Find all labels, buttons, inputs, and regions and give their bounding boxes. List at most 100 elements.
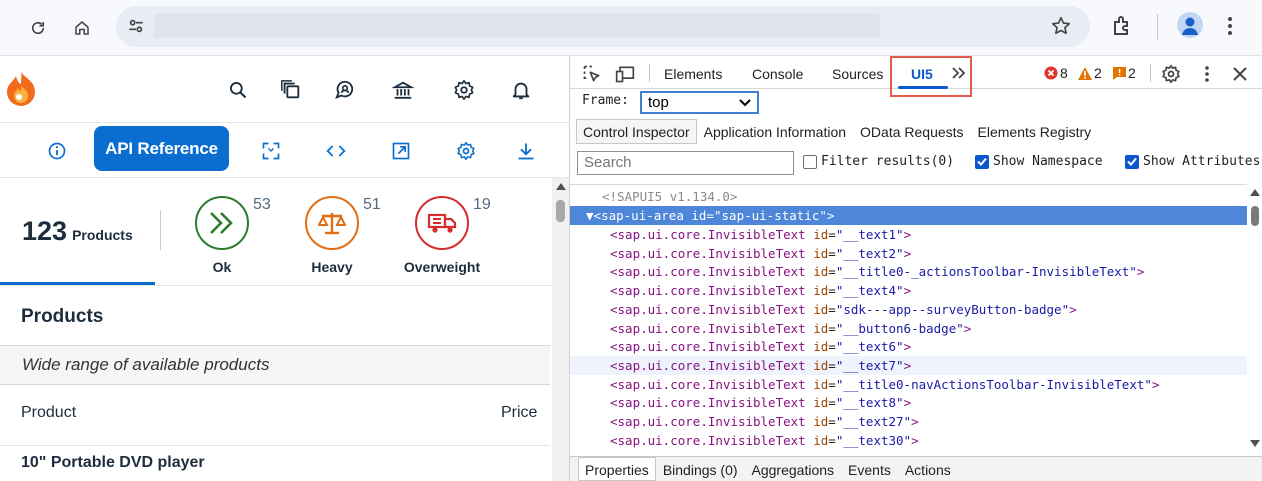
close-devtools-icon[interactable] — [1230, 64, 1250, 84]
node-id: __text7 — [843, 357, 897, 373]
control-tree-scrollbar[interactable] — [1247, 184, 1262, 454]
tree-child-node[interactable]: <sap.ui.core.InvisibleText id="__text27"… — [570, 412, 1247, 431]
kpi-ok-tab[interactable]: 53 Ok — [167, 196, 277, 276]
node-id: __text2 — [843, 245, 897, 261]
tab-sources[interactable]: Sources — [832, 66, 883, 82]
open-new-window-icon[interactable] — [389, 139, 413, 163]
control-details-tabs: Properties Bindings (0) Aggregations Eve… — [570, 456, 1262, 481]
notifications-bell-icon[interactable] — [509, 78, 533, 102]
ui5-version-comment: <!SAPUI5 v1.134.0> — [602, 189, 738, 204]
error-count[interactable]: 8 — [1044, 65, 1068, 81]
show-attributes-checkbox-box[interactable] — [1125, 154, 1139, 169]
frame-label: Frame: — [582, 93, 629, 108]
app-logo-icon[interactable] — [2, 70, 40, 115]
tree-child-node[interactable]: <sap.ui.core.InvisibleText id="__text30"… — [570, 431, 1247, 450]
download-icon[interactable] — [514, 139, 538, 163]
tree-child-node[interactable]: <sap.ui.core.InvisibleText id="__text6"> — [570, 337, 1247, 356]
subtab-odata-requests[interactable]: OData Requests — [853, 119, 971, 144]
bank-icon[interactable] — [391, 78, 415, 102]
products-table-subtitle: Wide range of available products — [0, 345, 550, 385]
warning-count[interactable]: 2 — [1078, 65, 1102, 81]
source-code-icon[interactable] — [324, 139, 348, 163]
tree-child-node[interactable]: <sap.ui.core.InvisibleText id="__title0-… — [570, 375, 1247, 394]
scrollbar-thumb[interactable] — [1251, 206, 1259, 226]
scroll-up-arrow-icon[interactable] — [556, 183, 566, 190]
show-namespace-checkbox[interactable]: Show Namespace — [975, 154, 1103, 169]
app-header — [0, 56, 569, 123]
show-namespace-checkbox-box[interactable] — [975, 154, 989, 169]
url-text[interactable] — [154, 14, 880, 38]
root-tag-name: sap-ui-area — [601, 208, 684, 223]
tree-child-node[interactable]: <sap.ui.core.InvisibleText id="sdk---app… — [570, 300, 1247, 319]
reload-icon[interactable] — [24, 14, 52, 42]
kpi-heavy-count: 51 — [363, 196, 381, 213]
inspect-element-icon[interactable] — [582, 64, 602, 84]
kpi-overweight-tab[interactable]: 19 Overweight — [387, 196, 497, 276]
tree-child-node[interactable]: <sap.ui.core.InvisibleText id="__text4"> — [570, 281, 1247, 300]
node-id: __title0-_actionsToolbar-InvisibleText — [843, 264, 1130, 280]
scale-icon — [318, 213, 346, 235]
address-bar[interactable] — [116, 6, 1090, 47]
app-scrollbar[interactable] — [552, 178, 569, 481]
copy-icon[interactable] — [279, 78, 303, 102]
kpi-heavy-tab[interactable]: 51 Heavy — [277, 196, 387, 276]
tree-child-node[interactable]: <sap.ui.core.InvisibleText id="__text8"> — [570, 393, 1247, 412]
tree-child-node[interactable]: <sap.ui.core.InvisibleText id="__button6… — [570, 319, 1247, 338]
tree-root-node[interactable]: ▼<sap-ui-area id="sap-ui-static"> — [570, 206, 1247, 225]
all-products-tab[interactable]: 123 Products — [22, 216, 133, 247]
tab-properties[interactable]: Properties — [578, 457, 656, 481]
kpi-ok-circle — [195, 196, 249, 250]
feedback-icon[interactable] — [333, 78, 357, 102]
subtab-application-information[interactable]: Application Information — [697, 119, 853, 144]
column-header-price[interactable]: Price — [501, 404, 537, 422]
table-row-product-name[interactable]: 10" Portable DVD player — [21, 453, 221, 472]
tree-child-node[interactable]: <sap.ui.core.InvisibleText id="__text2"> — [570, 244, 1247, 263]
device-toolbar-icon[interactable] — [615, 64, 635, 84]
profile-avatar-icon[interactable] — [1177, 12, 1203, 38]
scroll-down-arrow-icon[interactable] — [1250, 440, 1260, 447]
issues-count[interactable]: 2 — [1113, 65, 1136, 81]
node-tag-name: sap.ui.core.InvisibleText — [617, 283, 806, 299]
table-row-divider — [0, 445, 550, 446]
search-icon[interactable] — [226, 78, 250, 102]
fullscreen-icon[interactable] — [259, 139, 283, 163]
products-count-label: Products — [72, 227, 133, 243]
devtools-menu-icon[interactable] — [1197, 64, 1217, 84]
bookmark-star-icon[interactable] — [1050, 15, 1072, 42]
tab-actions[interactable]: Actions — [898, 457, 958, 481]
tab-aggregations[interactable]: Aggregations — [745, 457, 842, 481]
node-id: __text1 — [843, 227, 897, 242]
scrollbar-thumb[interactable] — [556, 200, 565, 222]
sample-settings-icon[interactable] — [454, 139, 478, 163]
site-settings-icon[interactable] — [126, 16, 146, 41]
node-id: __button6-badge — [843, 320, 957, 336]
node-tag-name: sap.ui.core.InvisibleText — [617, 264, 806, 280]
settings-gear-icon[interactable] — [452, 78, 476, 102]
tree-child-node[interactable]: <sap.ui.core.InvisibleText id="__text7"> — [570, 355, 1247, 375]
api-reference-button[interactable]: API Reference — [94, 126, 229, 171]
tab-console[interactable]: Console — [752, 66, 803, 82]
home-icon[interactable] — [68, 14, 96, 42]
filter-results-checkbox[interactable]: Filter results(0) — [803, 154, 954, 169]
filter-results-checkbox-box[interactable] — [803, 154, 817, 169]
tab-bindings[interactable]: Bindings (0) — [656, 457, 745, 481]
products-count: 123 — [22, 216, 68, 246]
frame-select-value: top — [648, 94, 669, 111]
tree-child-node[interactable]: <sap.ui.core.InvisibleText id="__text1"> — [570, 225, 1247, 244]
info-icon[interactable] — [45, 139, 69, 163]
subtab-elements-registry[interactable]: Elements Registry — [971, 119, 1099, 144]
tab-events[interactable]: Events — [841, 457, 898, 481]
extensions-icon[interactable] — [1110, 14, 1134, 43]
scroll-up-arrow-icon[interactable] — [1250, 189, 1260, 196]
tree-child-node[interactable]: <sap.ui.core.InvisibleText id="__title0-… — [570, 262, 1247, 281]
tab-elements[interactable]: Elements — [664, 66, 722, 82]
devtools-settings-gear-icon[interactable] — [1161, 64, 1181, 84]
show-namespace-label: Show Namespace — [993, 154, 1103, 169]
frame-select[interactable]: top — [640, 91, 759, 114]
control-search-input[interactable]: Search — [577, 151, 794, 175]
column-header-product[interactable]: Product — [21, 404, 76, 422]
show-attributes-checkbox[interactable]: Show Attributes — [1125, 154, 1260, 169]
browser-menu-icon[interactable] — [1226, 16, 1234, 41]
issue-flag-icon — [1113, 66, 1126, 80]
subtab-control-inspector[interactable]: Control Inspector — [576, 119, 697, 144]
